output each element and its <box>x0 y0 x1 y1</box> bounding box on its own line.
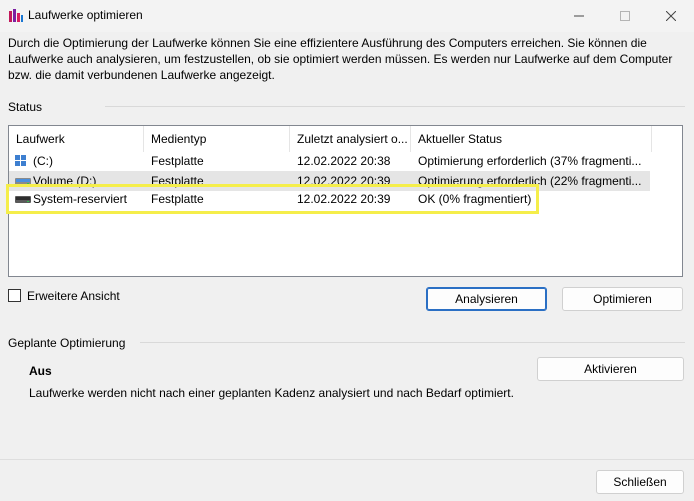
drive-name: (C:) <box>33 154 53 168</box>
minimize-button[interactable] <box>556 0 602 32</box>
advanced-view-checkbox[interactable] <box>8 289 21 302</box>
last-analyzed: 12.02.2022 20:38 <box>297 154 391 168</box>
current-status: Optimierung erforderlich (37% fragmenti.… <box>418 154 642 168</box>
window-title: Laufwerke optimieren <box>28 8 143 22</box>
hard-drive-icon <box>15 196 31 203</box>
list-header: Laufwerk Medientyp Zuletzt analysiert o.… <box>9 126 682 152</box>
schedule-group-label: Geplante Optimierung <box>8 336 126 350</box>
windows-drive-icon <box>15 155 26 166</box>
maximize-button[interactable] <box>602 0 648 32</box>
last-analyzed: 12.02.2022 20:39 <box>297 174 391 188</box>
defrag-app-icon <box>9 9 23 22</box>
intro-text: Durch die Optimierung der Laufwerke könn… <box>8 36 673 82</box>
column-header-last-analyzed[interactable]: Zuletzt analysiert o... <box>290 126 411 152</box>
close-button[interactable]: Schließen <box>596 470 684 494</box>
schedule-state: Aus <box>29 364 52 378</box>
minimize-icon <box>574 15 584 17</box>
close-window-button[interactable] <box>648 0 694 32</box>
drive-name: Volume (D:) <box>33 174 97 188</box>
analyze-button[interactable]: Analysieren <box>426 287 547 311</box>
hard-drive-icon <box>15 178 31 185</box>
drives-list[interactable]: Laufwerk Medientyp Zuletzt analysiert o.… <box>8 125 683 277</box>
advanced-view-label[interactable]: Erweitere Ansicht <box>27 289 120 303</box>
column-header-current-status[interactable]: Aktueller Status <box>411 126 652 152</box>
column-header-media-type[interactable]: Medientyp <box>144 126 290 152</box>
activate-button[interactable]: Aktivieren <box>537 357 684 381</box>
status-group-label: Status <box>8 100 43 114</box>
drive-name: System-reserviert <box>33 192 128 206</box>
optimize-button[interactable]: Optimieren <box>562 287 683 311</box>
status-group-divider <box>105 106 685 107</box>
schedule-group-divider <box>140 342 685 343</box>
schedule-description: Laufwerke werden nicht nach einer geplan… <box>29 386 514 400</box>
close-icon <box>666 11 676 21</box>
title-bar: Laufwerke optimieren <box>0 0 694 32</box>
media-type: Festplatte <box>151 174 204 188</box>
media-type: Festplatte <box>151 154 204 168</box>
last-analyzed: 12.02.2022 20:39 <box>297 192 391 206</box>
table-row[interactable]: Volume (D:) Festplatte 12.02.2022 20:39 … <box>9 171 650 191</box>
media-type: Festplatte <box>151 192 204 206</box>
footer-bar <box>0 459 694 501</box>
table-row[interactable]: (C:) Festplatte 12.02.2022 20:38 Optimie… <box>9 151 650 171</box>
table-row[interactable]: System-reserviert Festplatte 12.02.2022 … <box>9 189 650 209</box>
current-status: Optimierung erforderlich (22% fragmenti.… <box>418 174 642 188</box>
column-header-drive[interactable]: Laufwerk <box>9 126 144 152</box>
current-status: OK (0% fragmentiert) <box>418 192 532 206</box>
maximize-icon <box>620 11 630 21</box>
